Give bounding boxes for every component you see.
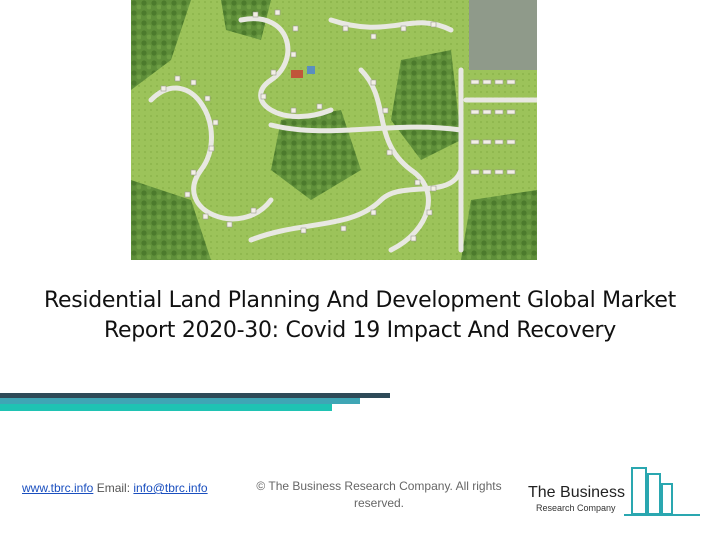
company-logo: The Business Research Company	[528, 462, 704, 522]
logo-subtitle: Research Company	[536, 503, 616, 513]
site-plan-illustration	[131, 0, 537, 260]
report-title: Residential Land Planning And Developmen…	[40, 286, 680, 346]
hero-site-plan-image	[131, 0, 537, 260]
email-link[interactable]: info@tbrc.info	[133, 481, 207, 495]
report-title-line1: Residential Land Planning And Developmen…	[44, 288, 676, 313]
contact-info: www.tbrc.info Email: info@tbrc.info	[22, 481, 208, 495]
report-title-line2: Report 2020-30: Covid 19 Impact And Reco…	[104, 318, 616, 343]
logo-name: The Business	[528, 484, 625, 501]
copyright-line1: © The Business Research Company. All rig…	[256, 479, 502, 493]
divider-bar-light	[0, 404, 332, 411]
email-label: Email:	[96, 481, 131, 495]
copyright-line2: reserved.	[353, 496, 405, 510]
website-link[interactable]: www.tbrc.info	[22, 481, 93, 495]
copyright-notice: © The Business Research Company. All rig…	[244, 478, 514, 512]
